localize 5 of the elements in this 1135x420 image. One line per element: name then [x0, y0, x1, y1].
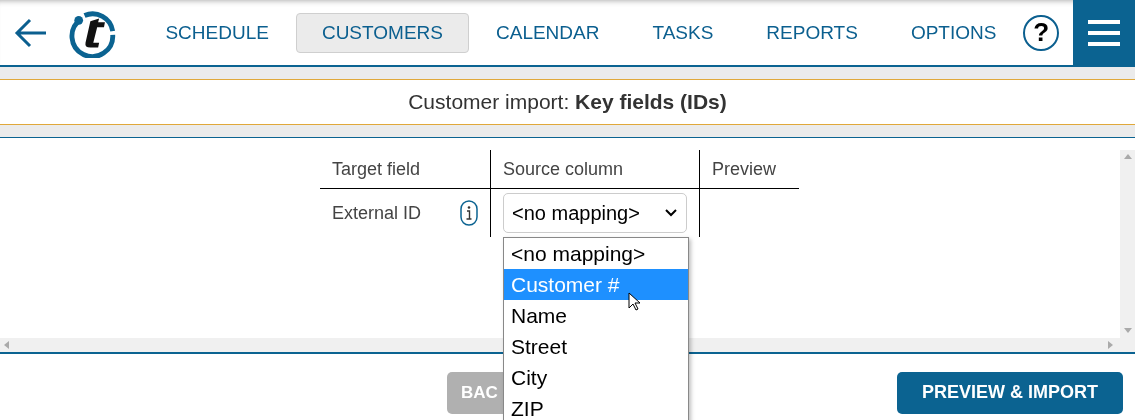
page-title: Customer import: Key fields (IDs) — [408, 90, 727, 114]
column-header: Source column — [490, 150, 700, 189]
column-header: Target field — [320, 150, 491, 189]
column-header: Preview — [699, 150, 799, 189]
field-label: External ID — [332, 202, 422, 224]
